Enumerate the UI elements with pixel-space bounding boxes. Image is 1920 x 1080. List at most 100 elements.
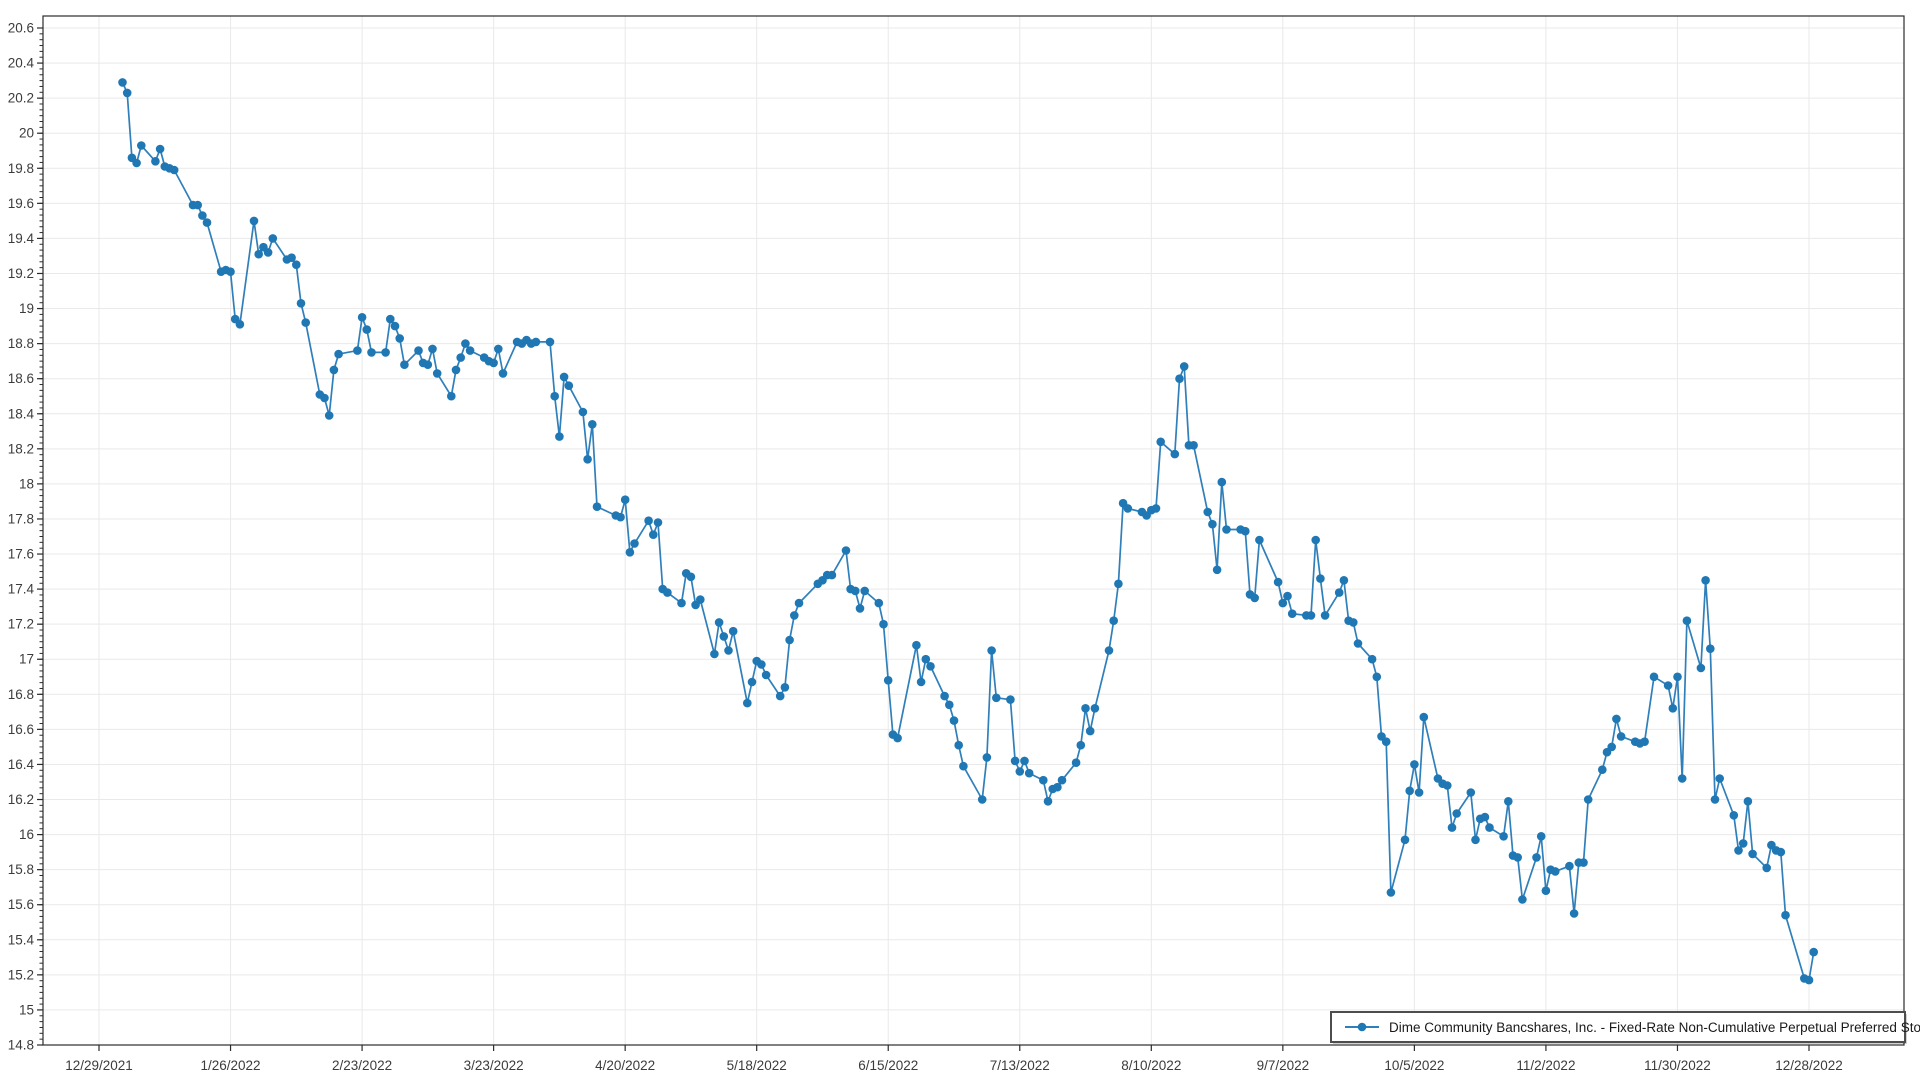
data-point-marker: [842, 546, 851, 555]
data-point-marker: [1180, 362, 1189, 371]
data-point-marker: [546, 338, 555, 347]
data-point-marker: [743, 699, 752, 708]
data-point-marker: [710, 650, 719, 659]
data-point-marker: [1401, 836, 1410, 845]
data-point-marker: [1617, 732, 1626, 741]
data-point-marker: [1420, 713, 1429, 722]
data-point-marker: [363, 325, 372, 334]
data-point-marker: [151, 157, 160, 166]
data-point-marker: [729, 627, 738, 636]
data-point-marker: [917, 678, 926, 687]
data-point-marker: [1706, 644, 1715, 653]
data-point-marker: [922, 655, 931, 664]
data-point-marker: [301, 318, 310, 327]
data-point-marker: [654, 518, 663, 527]
data-point-marker: [297, 299, 306, 308]
data-point-marker: [287, 253, 296, 262]
data-point-marker: [724, 646, 733, 655]
data-point-marker: [649, 530, 658, 539]
data-point-marker: [424, 360, 433, 369]
data-point-marker: [1124, 504, 1133, 513]
price-line-chart[interactable]: 20.620.420.22019.819.619.419.21918.818.6…: [0, 0, 1920, 1080]
data-point-marker: [1368, 655, 1377, 664]
y-tick-label: 14.8: [8, 1038, 34, 1053]
data-point-marker: [1570, 909, 1579, 918]
data-point-marker: [983, 753, 992, 762]
data-point-marker: [1077, 741, 1086, 750]
axes: 20.620.420.22019.819.619.419.21918.818.6…: [8, 16, 1904, 1073]
data-point-marker: [264, 248, 273, 257]
data-point-marker: [452, 366, 461, 375]
data-point-marker: [1739, 839, 1748, 848]
data-point-marker: [851, 587, 860, 596]
data-point-marker: [555, 432, 564, 441]
data-point-marker: [926, 662, 935, 671]
data-point-marker: [461, 339, 470, 348]
data-point-marker: [940, 692, 949, 701]
data-point-marker: [1171, 450, 1180, 459]
data-point-marker: [381, 348, 390, 357]
data-point-marker: [1311, 536, 1320, 545]
data-point-marker: [1156, 438, 1165, 447]
data-point-marker: [1664, 681, 1673, 690]
data-point-marker: [696, 595, 705, 604]
x-tick-label: 7/13/2022: [990, 1058, 1050, 1073]
data-point-marker: [1086, 727, 1095, 736]
x-tick-label: 11/2/2022: [1516, 1058, 1575, 1073]
data-point-marker: [560, 373, 569, 382]
data-point-marker: [1321, 611, 1330, 620]
y-tick-label: 15: [19, 1002, 34, 1017]
data-point-marker: [1542, 886, 1551, 895]
data-point-marker: [1081, 704, 1090, 713]
data-point-marker: [912, 641, 921, 650]
data-point-marker: [250, 217, 259, 226]
y-tick-label: 18.6: [8, 371, 34, 386]
data-point-marker: [1809, 948, 1818, 957]
x-tick-label: 12/29/2021: [65, 1058, 133, 1073]
data-point-marker: [1612, 715, 1621, 724]
data-point-marker: [1222, 525, 1231, 534]
data-point-marker: [1307, 611, 1316, 620]
legend-series-label: Dime Community Bancshares, Inc. - Fixed-…: [1389, 1020, 1920, 1035]
data-point-marker: [1279, 599, 1288, 608]
data-point-marker: [428, 345, 437, 354]
data-point-marker: [1452, 809, 1461, 818]
data-point-marker: [1349, 618, 1358, 627]
x-tick-label: 2/23/2022: [332, 1058, 392, 1073]
data-point-marker: [1532, 853, 1541, 862]
data-point-marker: [203, 218, 212, 227]
x-tick-label: 4/20/2022: [595, 1058, 655, 1073]
data-point-marker: [785, 636, 794, 645]
y-tick-label: 20.4: [8, 56, 35, 71]
data-point-marker: [1109, 616, 1118, 625]
data-point-marker: [762, 671, 771, 680]
data-point-marker: [781, 683, 790, 692]
data-point-marker: [1072, 758, 1081, 767]
data-point-marker: [626, 548, 635, 557]
data-point-marker: [1481, 813, 1490, 822]
data-point-marker: [1471, 836, 1480, 845]
data-point-marker: [1340, 576, 1349, 585]
data-point-marker: [123, 89, 132, 98]
x-tick-label: 11/30/2022: [1644, 1058, 1711, 1073]
data-point-marker: [1203, 508, 1212, 517]
data-point-marker: [583, 455, 592, 464]
data-point-marker: [795, 599, 804, 608]
x-tick-label: 10/5/2022: [1384, 1058, 1444, 1073]
y-tick-label: 20.2: [8, 91, 34, 106]
data-point-marker: [1551, 867, 1560, 876]
data-point-marker: [1467, 788, 1476, 797]
x-tick-label: 9/7/2022: [1257, 1058, 1310, 1073]
x-tick-label: 8/10/2022: [1121, 1058, 1181, 1073]
data-point-marker: [1058, 776, 1067, 785]
legend[interactable]: Dime Community Bancshares, Inc. - Fixed-…: [1331, 1012, 1920, 1044]
data-point-marker: [193, 201, 202, 210]
data-point-marker: [992, 694, 1001, 703]
data-point-marker: [565, 381, 574, 390]
price-line: [123, 82, 1814, 980]
data-point-marker: [489, 359, 498, 368]
y-tick-label: 17.2: [8, 617, 34, 632]
data-point-marker: [358, 313, 367, 322]
data-point-marker: [1504, 797, 1513, 806]
data-point-marker: [170, 166, 179, 175]
